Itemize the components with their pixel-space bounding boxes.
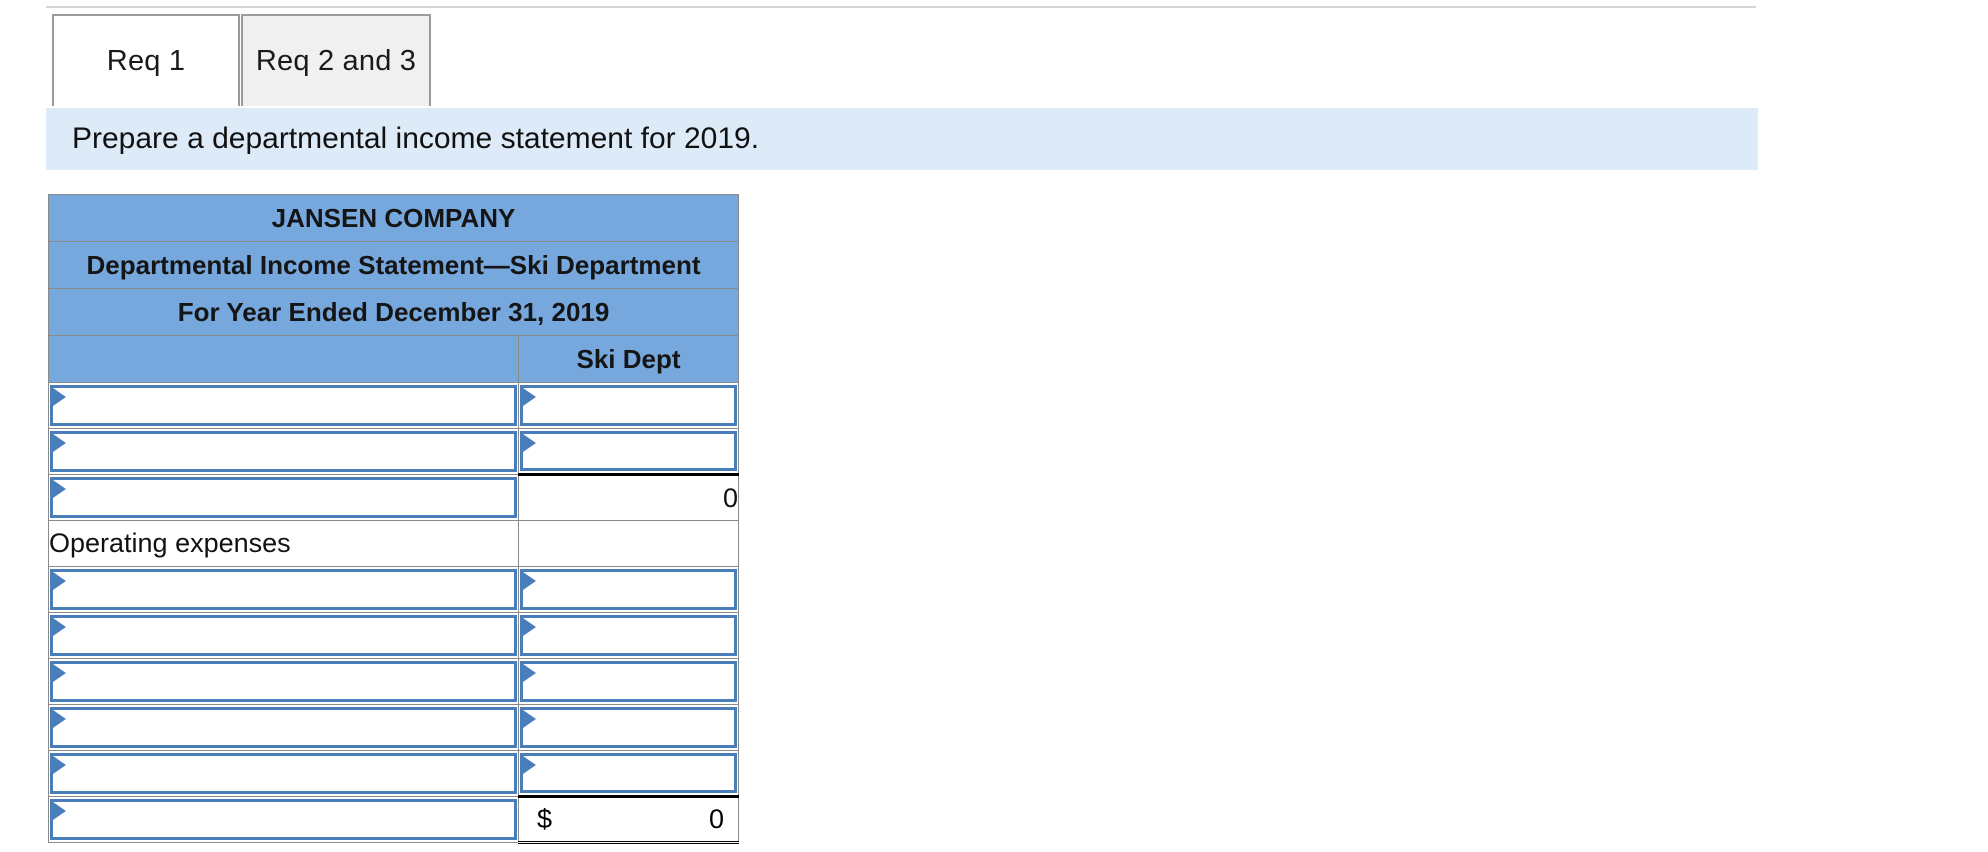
statement-title-row-period: For Year Ended December 31, 2019 <box>47 288 740 336</box>
row-3-subtotal-value: 0 <box>517 473 740 521</box>
row-5-label-cell <box>48 566 519 613</box>
tab-req-2-and-3-label: Req 2 and 3 <box>255 44 417 77</box>
table-row <box>48 566 740 613</box>
dropdown-caret-icon <box>53 480 66 498</box>
row-5-value-cell <box>517 566 740 613</box>
row-4-value-cell <box>517 520 740 567</box>
column-header-ski-dept: Ski Dept <box>517 335 740 383</box>
table-row <box>48 612 740 659</box>
row-1-label-dropdown[interactable] <box>50 385 517 426</box>
statement-company-name: JANSEN COMPANY <box>47 194 740 242</box>
row-7-value-cell <box>517 658 740 705</box>
dropdown-caret-icon <box>53 756 66 774</box>
row-5-value-dropdown[interactable] <box>520 569 738 610</box>
row-9-label-dropdown[interactable] <box>50 753 517 794</box>
dropdown-caret-icon <box>53 388 66 406</box>
departmental-income-statement-table: JANSEN COMPANY Departmental Income State… <box>47 194 740 844</box>
row-9-label-cell <box>48 750 519 797</box>
row-8-value-dropdown[interactable] <box>520 707 738 748</box>
row-1-value-dropdown[interactable] <box>520 385 738 426</box>
dropdown-caret-icon <box>523 710 536 728</box>
dropdown-caret-icon <box>523 664 536 682</box>
row-6-label-cell <box>48 612 519 659</box>
row-6-value-cell <box>517 612 740 659</box>
dropdown-caret-icon <box>53 710 66 728</box>
row-4-operating-expenses-label: Operating expenses <box>48 520 519 567</box>
row-3-label-dropdown[interactable] <box>50 477 517 518</box>
row-10-total-value-cell: $ 0 <box>517 795 740 844</box>
dropdown-caret-icon <box>53 434 66 452</box>
table-row <box>48 382 740 429</box>
instruction-text: Prepare a departmental income statement … <box>72 122 760 155</box>
row-6-value-dropdown[interactable] <box>520 615 738 656</box>
row-8-value-cell <box>517 704 740 751</box>
column-header-row: Ski Dept <box>48 335 740 383</box>
table-row <box>48 658 740 705</box>
tab-req-1-label: Req 1 <box>106 44 186 77</box>
row-3-label-cell <box>48 474 519 521</box>
tab-strip: Req 1 Req 2 and 3 <box>0 14 1988 108</box>
row-8-label-dropdown[interactable] <box>50 707 517 748</box>
statement-subtitle: Departmental Income Statement—Ski Depart… <box>47 241 740 289</box>
row-10-label-cell <box>48 796 519 843</box>
row-9-value-cell <box>517 750 740 797</box>
dropdown-caret-icon <box>523 756 536 774</box>
instruction-banner: Prepare a departmental income statement … <box>46 108 1758 170</box>
row-1-label-cell <box>48 382 519 429</box>
currency-symbol: $ <box>537 804 553 834</box>
dropdown-caret-icon <box>53 572 66 590</box>
tab-req-1[interactable]: Req 1 <box>52 14 240 106</box>
row-7-value-dropdown[interactable] <box>520 661 738 702</box>
row-10-total-value: 0 <box>708 804 725 834</box>
row-7-label-dropdown[interactable] <box>50 661 517 702</box>
row-2-value-dropdown[interactable] <box>520 431 738 471</box>
dropdown-caret-icon <box>53 618 66 636</box>
table-row: 0 <box>48 473 740 521</box>
row-6-label-dropdown[interactable] <box>50 615 517 656</box>
statement-title-row-subtitle: Departmental Income Statement—Ski Depart… <box>47 241 740 289</box>
dropdown-caret-icon <box>523 572 536 590</box>
table-row: $ 0 <box>48 795 740 844</box>
dropdown-caret-icon <box>523 618 536 636</box>
dropdown-caret-icon <box>523 388 536 406</box>
dropdown-caret-icon <box>53 664 66 682</box>
row-9-value-dropdown[interactable] <box>520 753 738 793</box>
row-2-label-dropdown[interactable] <box>50 431 517 472</box>
table-row <box>48 704 740 751</box>
statement-title-row-company: JANSEN COMPANY <box>47 194 740 242</box>
top-divider <box>46 6 1756 8</box>
table-row <box>48 428 740 475</box>
row-2-value-cell <box>517 428 740 475</box>
row-1-value-cell <box>517 382 740 429</box>
row-7-label-cell <box>48 658 519 705</box>
dropdown-caret-icon <box>53 802 66 820</box>
table-row <box>48 750 740 797</box>
row-2-label-cell <box>48 428 519 475</box>
dropdown-caret-icon <box>523 434 536 452</box>
row-5-label-dropdown[interactable] <box>50 569 517 610</box>
table-row: Operating expenses <box>48 520 740 567</box>
row-8-label-cell <box>48 704 519 751</box>
row-10-label-dropdown[interactable] <box>50 799 517 840</box>
tab-req-2-and-3[interactable]: Req 2 and 3 <box>241 14 431 106</box>
statement-period: For Year Ended December 31, 2019 <box>47 288 740 336</box>
column-header-label <box>48 335 519 383</box>
